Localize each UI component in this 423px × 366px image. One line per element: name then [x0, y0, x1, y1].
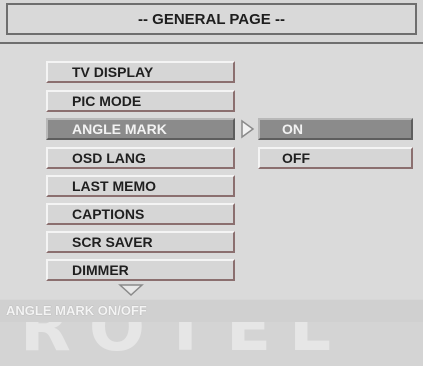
menu-item-pic-mode[interactable]: PIC MODE	[46, 90, 235, 112]
menu-item-last-memo[interactable]: LAST MEMO	[46, 175, 235, 197]
status-text: ANGLE MARK ON/OFF	[0, 300, 423, 322]
option-on[interactable]: ON	[258, 118, 413, 140]
menu-item-dimmer[interactable]: DIMMER	[46, 259, 235, 281]
osd-screen: -- GENERAL PAGE -- ROTEL TV DISPLAY PIC …	[0, 0, 423, 366]
page-title: -- GENERAL PAGE --	[6, 3, 417, 35]
menu-item-captions[interactable]: CAPTIONS	[46, 203, 235, 225]
menu-item-tv-display[interactable]: TV DISPLAY	[46, 61, 235, 83]
chevron-down-icon[interactable]	[118, 283, 144, 297]
option-off[interactable]: OFF	[258, 147, 413, 169]
menu-item-angle-mark[interactable]: ANGLE MARK	[46, 118, 235, 140]
menu-item-osd-lang[interactable]: OSD LANG	[46, 147, 235, 169]
chevron-right-icon	[241, 119, 255, 139]
menu-item-scr-saver[interactable]: SCR SAVER	[46, 231, 235, 253]
